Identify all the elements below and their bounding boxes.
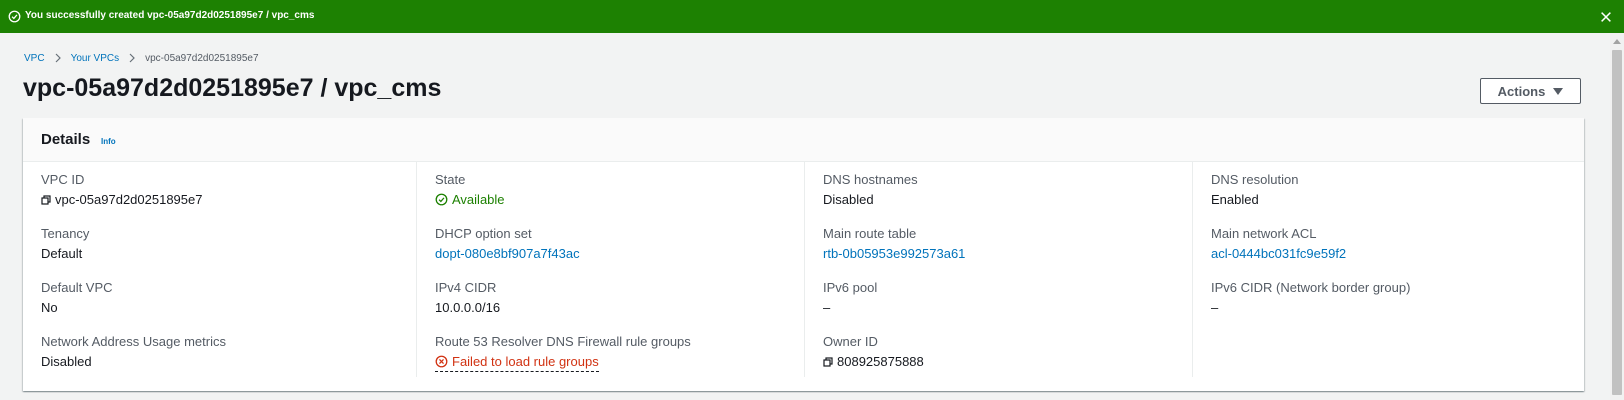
details-header: Details Info — [23, 118, 1584, 162]
tenancy-field: Tenancy Default — [41, 226, 89, 261]
field-label: Default VPC — [41, 280, 113, 295]
success-flash-banner: You successfully created vpc-05a97d2d025… — [0, 0, 1624, 33]
details-panel: Details Info VPC ID vpc-05a97d2d0251895e… — [23, 118, 1584, 391]
field-label: IPv6 CIDR (Network border group) — [1211, 280, 1411, 295]
actions-button[interactable]: Actions — [1480, 78, 1581, 104]
ipv6-cidr-field: IPv6 CIDR (Network border group) – — [1211, 280, 1410, 315]
ipv6-pool-value: – — [823, 300, 831, 315]
main-network-acl-field: Main network ACL acl-0444bc031fc9e59f2 — [1211, 226, 1346, 261]
details-column-4: DNS resolution Enabled Main network ACL … — [1192, 162, 1584, 377]
details-column-3: DNS hostnames Disabled Main route table … — [804, 162, 1192, 377]
dns-firewall-error-text: Failed to load rule groups — [452, 354, 599, 369]
scroll-up-arrow-icon[interactable] — [1613, 38, 1621, 44]
field-label: VPC ID — [41, 172, 85, 187]
chevron-right-icon — [55, 53, 61, 63]
field-label: DNS hostnames — [823, 172, 918, 187]
field-value: Available — [435, 192, 505, 207]
info-link[interactable]: Info — [101, 137, 116, 146]
field-label: Main network ACL — [1211, 226, 1317, 241]
default-vpc-value: No — [41, 300, 58, 315]
field-value: vpc-05a97d2d0251895e7 — [41, 192, 202, 207]
main-network-acl-link[interactable]: acl-0444bc031fc9e59f2 — [1211, 246, 1346, 261]
field-label: IPv4 CIDR — [435, 280, 497, 295]
main-route-table-field: Main route table rtb-0b05953e992573a61 — [823, 226, 965, 261]
nau-metrics-field: Network Address Usage metrics Disabled — [41, 334, 226, 369]
field-label: Route 53 Resolver DNS Firewall rule grou… — [435, 334, 691, 349]
main-route-table-link[interactable]: rtb-0b05953e992573a61 — [823, 246, 965, 261]
dns-hostnames-value: Disabled — [823, 192, 874, 207]
dns-firewall-field: Route 53 Resolver DNS Firewall rule grou… — [435, 334, 691, 373]
breadcrumb-vpc[interactable]: VPC — [24, 53, 45, 64]
default-vpc-field: Default VPC No — [41, 280, 113, 315]
state-value: Available — [452, 192, 505, 207]
field-label: Owner ID — [823, 334, 878, 349]
close-icon[interactable] — [1599, 10, 1613, 24]
vpc-id-field: VPC ID vpc-05a97d2d0251895e7 — [41, 172, 202, 207]
flash-message: You successfully created vpc-05a97d2d025… — [25, 10, 315, 21]
field-label: Network Address Usage metrics — [41, 334, 226, 349]
dns-resolution-field: DNS resolution Enabled — [1211, 172, 1298, 207]
nau-metrics-value: Disabled — [41, 354, 92, 369]
ipv6-pool-field: IPv6 pool – — [823, 280, 877, 315]
copy-icon[interactable] — [823, 356, 833, 367]
check-circle-icon — [435, 193, 448, 206]
ipv4-cidr-value: 10.0.0.0/16 — [435, 300, 501, 315]
field-label: State — [435, 172, 466, 187]
actions-label: Actions — [1497, 83, 1546, 99]
breadcrumb-your-vpcs[interactable]: Your VPCs — [71, 53, 120, 64]
check-circle-icon — [8, 10, 21, 23]
ipv6-cidr-value: – — [1211, 300, 1219, 315]
owner-id-value: 808925875888 — [837, 354, 924, 369]
details-column-2: State Available DHCP option set dopt-080… — [416, 162, 804, 377]
dns-resolution-value: Enabled — [1211, 192, 1259, 207]
field-label: IPv6 pool — [823, 280, 878, 295]
field-label: Main route table — [823, 226, 917, 241]
owner-id-field: Owner ID 808925875888 — [823, 334, 924, 369]
dns-firewall-error[interactable]: Failed to load rule groups — [435, 354, 599, 372]
field-value: 808925875888 — [823, 354, 924, 369]
details-column-1: VPC ID vpc-05a97d2d0251895e7 Tenancy Def… — [23, 162, 416, 377]
dhcp-option-set-field: DHCP option set dopt-080e8bf907a7f43ac — [435, 226, 580, 261]
ipv4-cidr-field: IPv4 CIDR 10.0.0.0/16 — [435, 280, 500, 315]
dns-hostnames-field: DNS hostnames Disabled — [823, 172, 918, 207]
copy-icon[interactable] — [41, 194, 51, 205]
state-field: State Available — [435, 172, 505, 207]
scrollbar-thumb[interactable] — [1612, 50, 1622, 395]
chevron-right-icon — [129, 53, 135, 63]
vpc-id-value: vpc-05a97d2d0251895e7 — [55, 192, 203, 207]
page-title: vpc-05a97d2d0251895e7 / vpc_cms — [23, 74, 442, 102]
field-label: Tenancy — [41, 226, 90, 241]
breadcrumb-current: vpc-05a97d2d0251895e7 — [145, 52, 259, 64]
tenancy-value: Default — [41, 246, 83, 261]
caret-down-icon — [1553, 87, 1564, 95]
details-title: Details — [41, 131, 91, 148]
error-circle-icon — [435, 355, 448, 368]
field-label: DNS resolution — [1211, 172, 1299, 187]
breadcrumb: VPC Your VPCs vpc-05a97d2d0251895e7 — [24, 51, 259, 65]
dhcp-option-set-link[interactable]: dopt-080e8bf907a7f43ac — [435, 246, 580, 261]
field-label: DHCP option set — [435, 226, 532, 241]
